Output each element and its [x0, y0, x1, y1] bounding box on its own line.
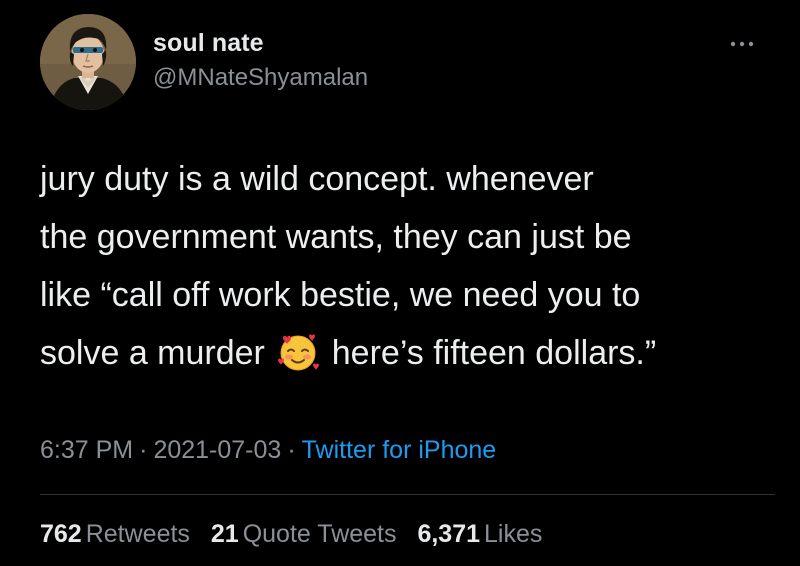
tweet-time[interactable]: 6:37 PM	[40, 436, 133, 464]
more-options-icon[interactable]	[724, 32, 760, 56]
tweet-line: the government wants, they can just be	[40, 218, 632, 256]
tweet-line: like “call off work bestie, we need you …	[40, 276, 641, 314]
portrait-avatar-icon	[40, 14, 136, 110]
tweet-meta: 6:37 PM · 2021-07-03 · Twitter for iPhone	[40, 436, 496, 465]
retweets-stat[interactable]: 762 Retweets	[40, 520, 190, 548]
divider	[40, 494, 775, 495]
tweet-line: jury duty is a wild concept. whenever	[40, 160, 594, 198]
likes-label: Likes	[484, 520, 543, 548]
tweet-card: soul nate @MNateShyamalan jury duty is a…	[0, 0, 800, 566]
tweet-source-link[interactable]: Twitter for iPhone	[302, 436, 497, 464]
likes-stat[interactable]: 6,371 Likes	[417, 520, 542, 548]
meta-separator: ·	[139, 436, 148, 464]
tweet-text-segment: solve a murder	[40, 334, 275, 372]
display-name[interactable]: soul nate	[153, 29, 264, 58]
quote-tweets-count: 21	[210, 520, 239, 548]
likes-count: 6,371	[417, 520, 481, 548]
tweet-text: jury duty is a wild concept. whenever th…	[40, 150, 770, 382]
tweet-stats: 762 Retweets 21 Quote Tweets 6,371 Likes	[40, 520, 556, 549]
retweets-label: Retweets	[85, 520, 190, 548]
user-handle[interactable]: @MNateShyamalan	[153, 64, 368, 92]
avatar[interactable]	[40, 14, 136, 110]
tweet-text-segment: here’s fifteen dollars.”	[322, 334, 657, 372]
quote-tweets-stat[interactable]: 21 Quote Tweets	[211, 520, 397, 548]
tweet-line-with-emoji: solve a murder here’s fifteen dollars.”	[40, 324, 770, 382]
meta-separator: ·	[287, 436, 296, 464]
retweets-count: 762	[40, 520, 82, 548]
quote-tweets-label: Quote Tweets	[242, 520, 397, 548]
smiling-face-with-hearts-emoji-icon	[278, 334, 320, 371]
tweet-date[interactable]: 2021-07-03	[153, 436, 281, 464]
